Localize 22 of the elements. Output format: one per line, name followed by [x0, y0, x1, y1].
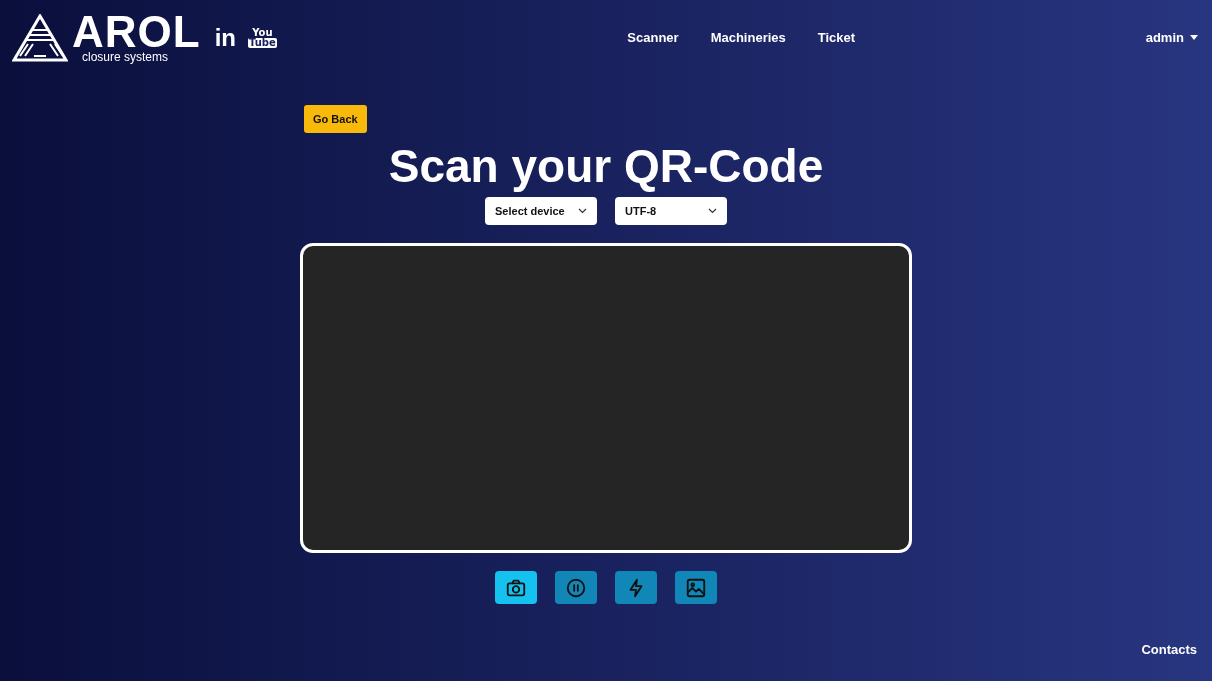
chevron-icon: [578, 208, 587, 214]
caret-icon: [1190, 35, 1198, 40]
linkedin-link[interactable]: in: [214, 23, 236, 52]
page-title: Scan your QR-Code: [387, 141, 825, 191]
image-icon: [685, 576, 707, 599]
nav-link[interactable]: Ticket: [817, 30, 856, 45]
user-menu[interactable]: admin: [1145, 30, 1198, 45]
flash-button[interactable]: [615, 571, 657, 604]
image-button[interactable]: [675, 571, 717, 604]
go-back-button[interactable]: Go Back: [304, 105, 367, 133]
camera-button[interactable]: [495, 571, 537, 604]
nav-link[interactable]: Scanner: [627, 30, 679, 45]
logo-wordmark: AROL: [72, 12, 201, 51]
logo-tagline: closure systems: [82, 50, 170, 63]
select-field[interactable]: UTF-8: [615, 197, 727, 225]
select-field[interactable]: Select device: [485, 197, 597, 225]
contacts-link[interactable]: Contacts: [1141, 642, 1197, 657]
logo-icon: [12, 13, 68, 62]
pause-button[interactable]: [555, 571, 597, 604]
pause-icon: [565, 576, 587, 599]
nav-link[interactable]: Machineries: [710, 30, 786, 45]
chevron-icon: [708, 208, 717, 214]
